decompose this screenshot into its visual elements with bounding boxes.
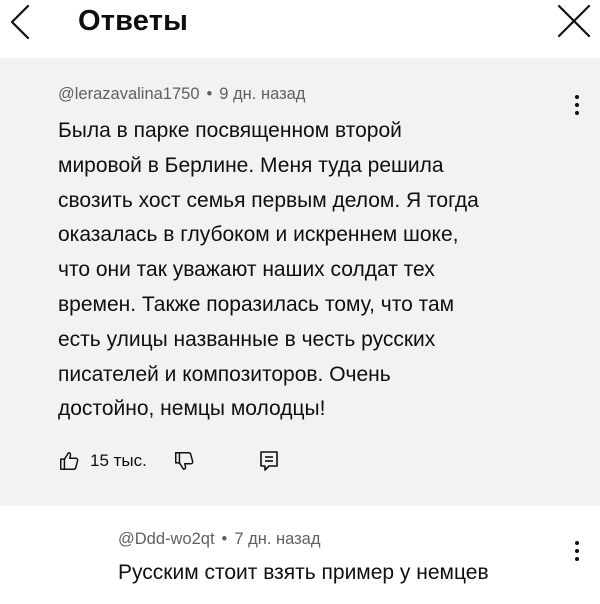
reply-meta: @Ddd-wo2qt • 7 дн. назад <box>118 528 320 550</box>
close-button[interactable] <box>552 0 596 42</box>
meta-separator: • <box>221 530 228 548</box>
close-icon <box>557 4 591 38</box>
comment-icon <box>260 451 278 471</box>
reply-text: Русским стоит взять пример у немцев <box>118 561 489 584</box>
reply-item: @Ddd-wo2qt • 7 дн. назад Русским стоит взя… <box>0 506 600 604</box>
page-title: Ответы <box>78 5 189 37</box>
header-bar: Ответы <box>0 0 600 52</box>
chevron-left-icon <box>10 4 30 40</box>
author-handle[interactable]: @Ddd-wo2qt <box>118 530 215 548</box>
timestamp[interactable]: 7 дн. назад <box>234 530 320 548</box>
thumbs-down-icon <box>174 452 194 470</box>
like-count: 15 тыс. <box>90 451 147 470</box>
like-button[interactable]: 15 тыс. <box>58 450 147 472</box>
author-handle[interactable]: @lerazavalina1750 <box>58 85 200 103</box>
reply-text: Была в парке посвященном второй мировой … <box>58 119 479 421</box>
more-vertical-icon <box>575 95 579 115</box>
meta-separator: • <box>206 85 213 103</box>
highlighted-reply: @lerazavalina1750 • 9 дн. назад Была в пар… <box>0 58 600 506</box>
timestamp[interactable]: 9 дн. назад <box>219 85 305 103</box>
back-button[interactable] <box>2 2 38 42</box>
reply-meta: @lerazavalina1750 • 9 дн. назад <box>58 83 305 105</box>
dislike-button[interactable] <box>173 450 195 472</box>
thumbs-up-icon <box>60 452 79 470</box>
reply-actions: 15 тыс. <box>58 446 279 476</box>
reply-button[interactable] <box>259 450 279 472</box>
